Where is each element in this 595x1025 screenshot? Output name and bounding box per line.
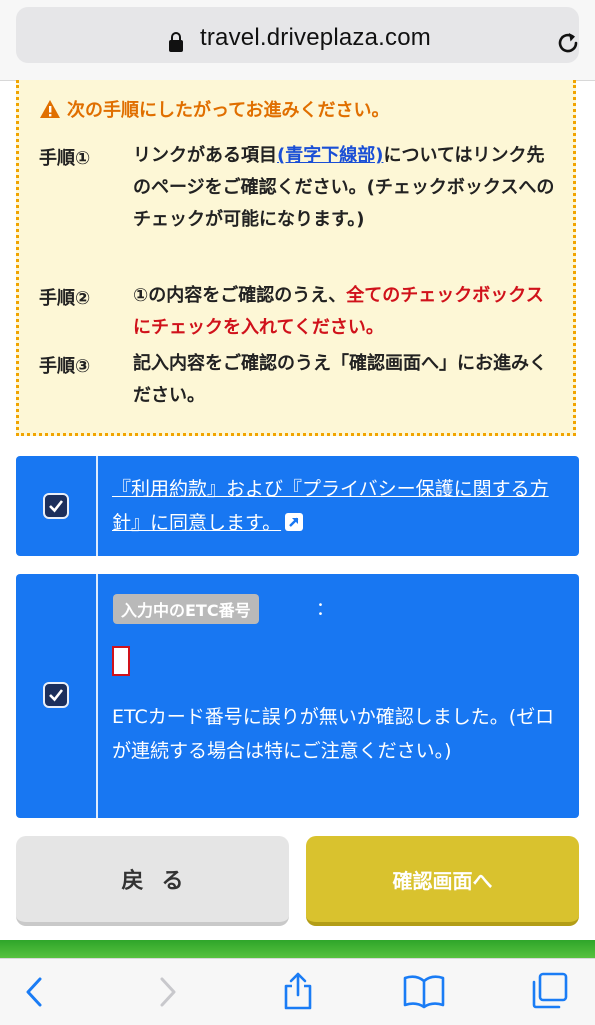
terms-checkbox[interactable]	[43, 493, 69, 519]
tabs-icon[interactable]	[530, 971, 570, 1011]
lock-icon	[169, 32, 183, 52]
step-1-text: リンクがある項目(青字下線部)についてはリンク先のページをご確認ください。(チェ…	[133, 145, 555, 230]
etc-checkbox[interactable]	[43, 682, 69, 708]
blue-underline-example: (青字下線部)	[277, 145, 384, 166]
etc-confirm-text: ETCカード番号に誤りが無いか確認しました。(ゼロが連続する場合は特にご注意くだ…	[112, 706, 555, 762]
back-button[interactable]: 戻る	[16, 836, 289, 926]
bookmarks-icon[interactable]	[402, 973, 446, 1009]
forward-arrow-icon[interactable]	[156, 975, 180, 1009]
terms-link[interactable]: 『利用約款』および『プライバシー保護に関する方針』に同意します。	[112, 472, 564, 540]
reload-icon[interactable]	[554, 29, 582, 57]
step-1-label: 手順①	[39, 148, 91, 169]
step-2-label: 手順②	[39, 288, 91, 309]
check-icon	[49, 689, 64, 702]
url-text: travel.driveplaza.com	[200, 24, 431, 51]
etc-number-field[interactable]	[112, 646, 130, 676]
external-link-icon	[285, 513, 304, 531]
terms-agreement-panel: 『利用約款』および『プライバシー保護に関する方針』に同意します。	[16, 456, 579, 556]
footer-stripe	[0, 940, 595, 958]
instruction-notice: 次の手順にしたがってお進みください。 手順① リンクがある項目(青字下線部)につ…	[16, 80, 576, 436]
step-2-text: ①の内容をご確認のうえ、全てのチェックボックスにチェックを入れてください。	[133, 285, 544, 338]
confirm-screen-button[interactable]: 確認画面へ	[306, 836, 579, 926]
panel-divider	[96, 574, 98, 818]
etc-confirm-panel: 入力中のETC番号 ： ETCカード番号に誤りが無いか確認しました。(ゼロが連続…	[16, 574, 579, 818]
step-3-text: 記入内容をご確認のうえ「確認画面へ」にお進みください。	[133, 353, 547, 406]
warning-icon	[40, 100, 60, 118]
notice-heading: 次の手順にしたがってお進みください。	[39, 96, 390, 122]
etc-colon: ：	[316, 599, 334, 620]
url-field[interactable]: travel.driveplaza.com	[16, 7, 579, 63]
etc-number-badge: 入力中のETC番号	[113, 594, 259, 624]
browser-toolbar	[0, 958, 595, 1025]
panel-divider	[96, 456, 98, 556]
back-arrow-icon[interactable]	[22, 975, 46, 1009]
step-3-label: 手順③	[39, 356, 91, 377]
share-icon[interactable]	[280, 971, 316, 1011]
browser-address-bar: travel.driveplaza.com	[0, 0, 595, 81]
check-icon	[49, 500, 64, 513]
